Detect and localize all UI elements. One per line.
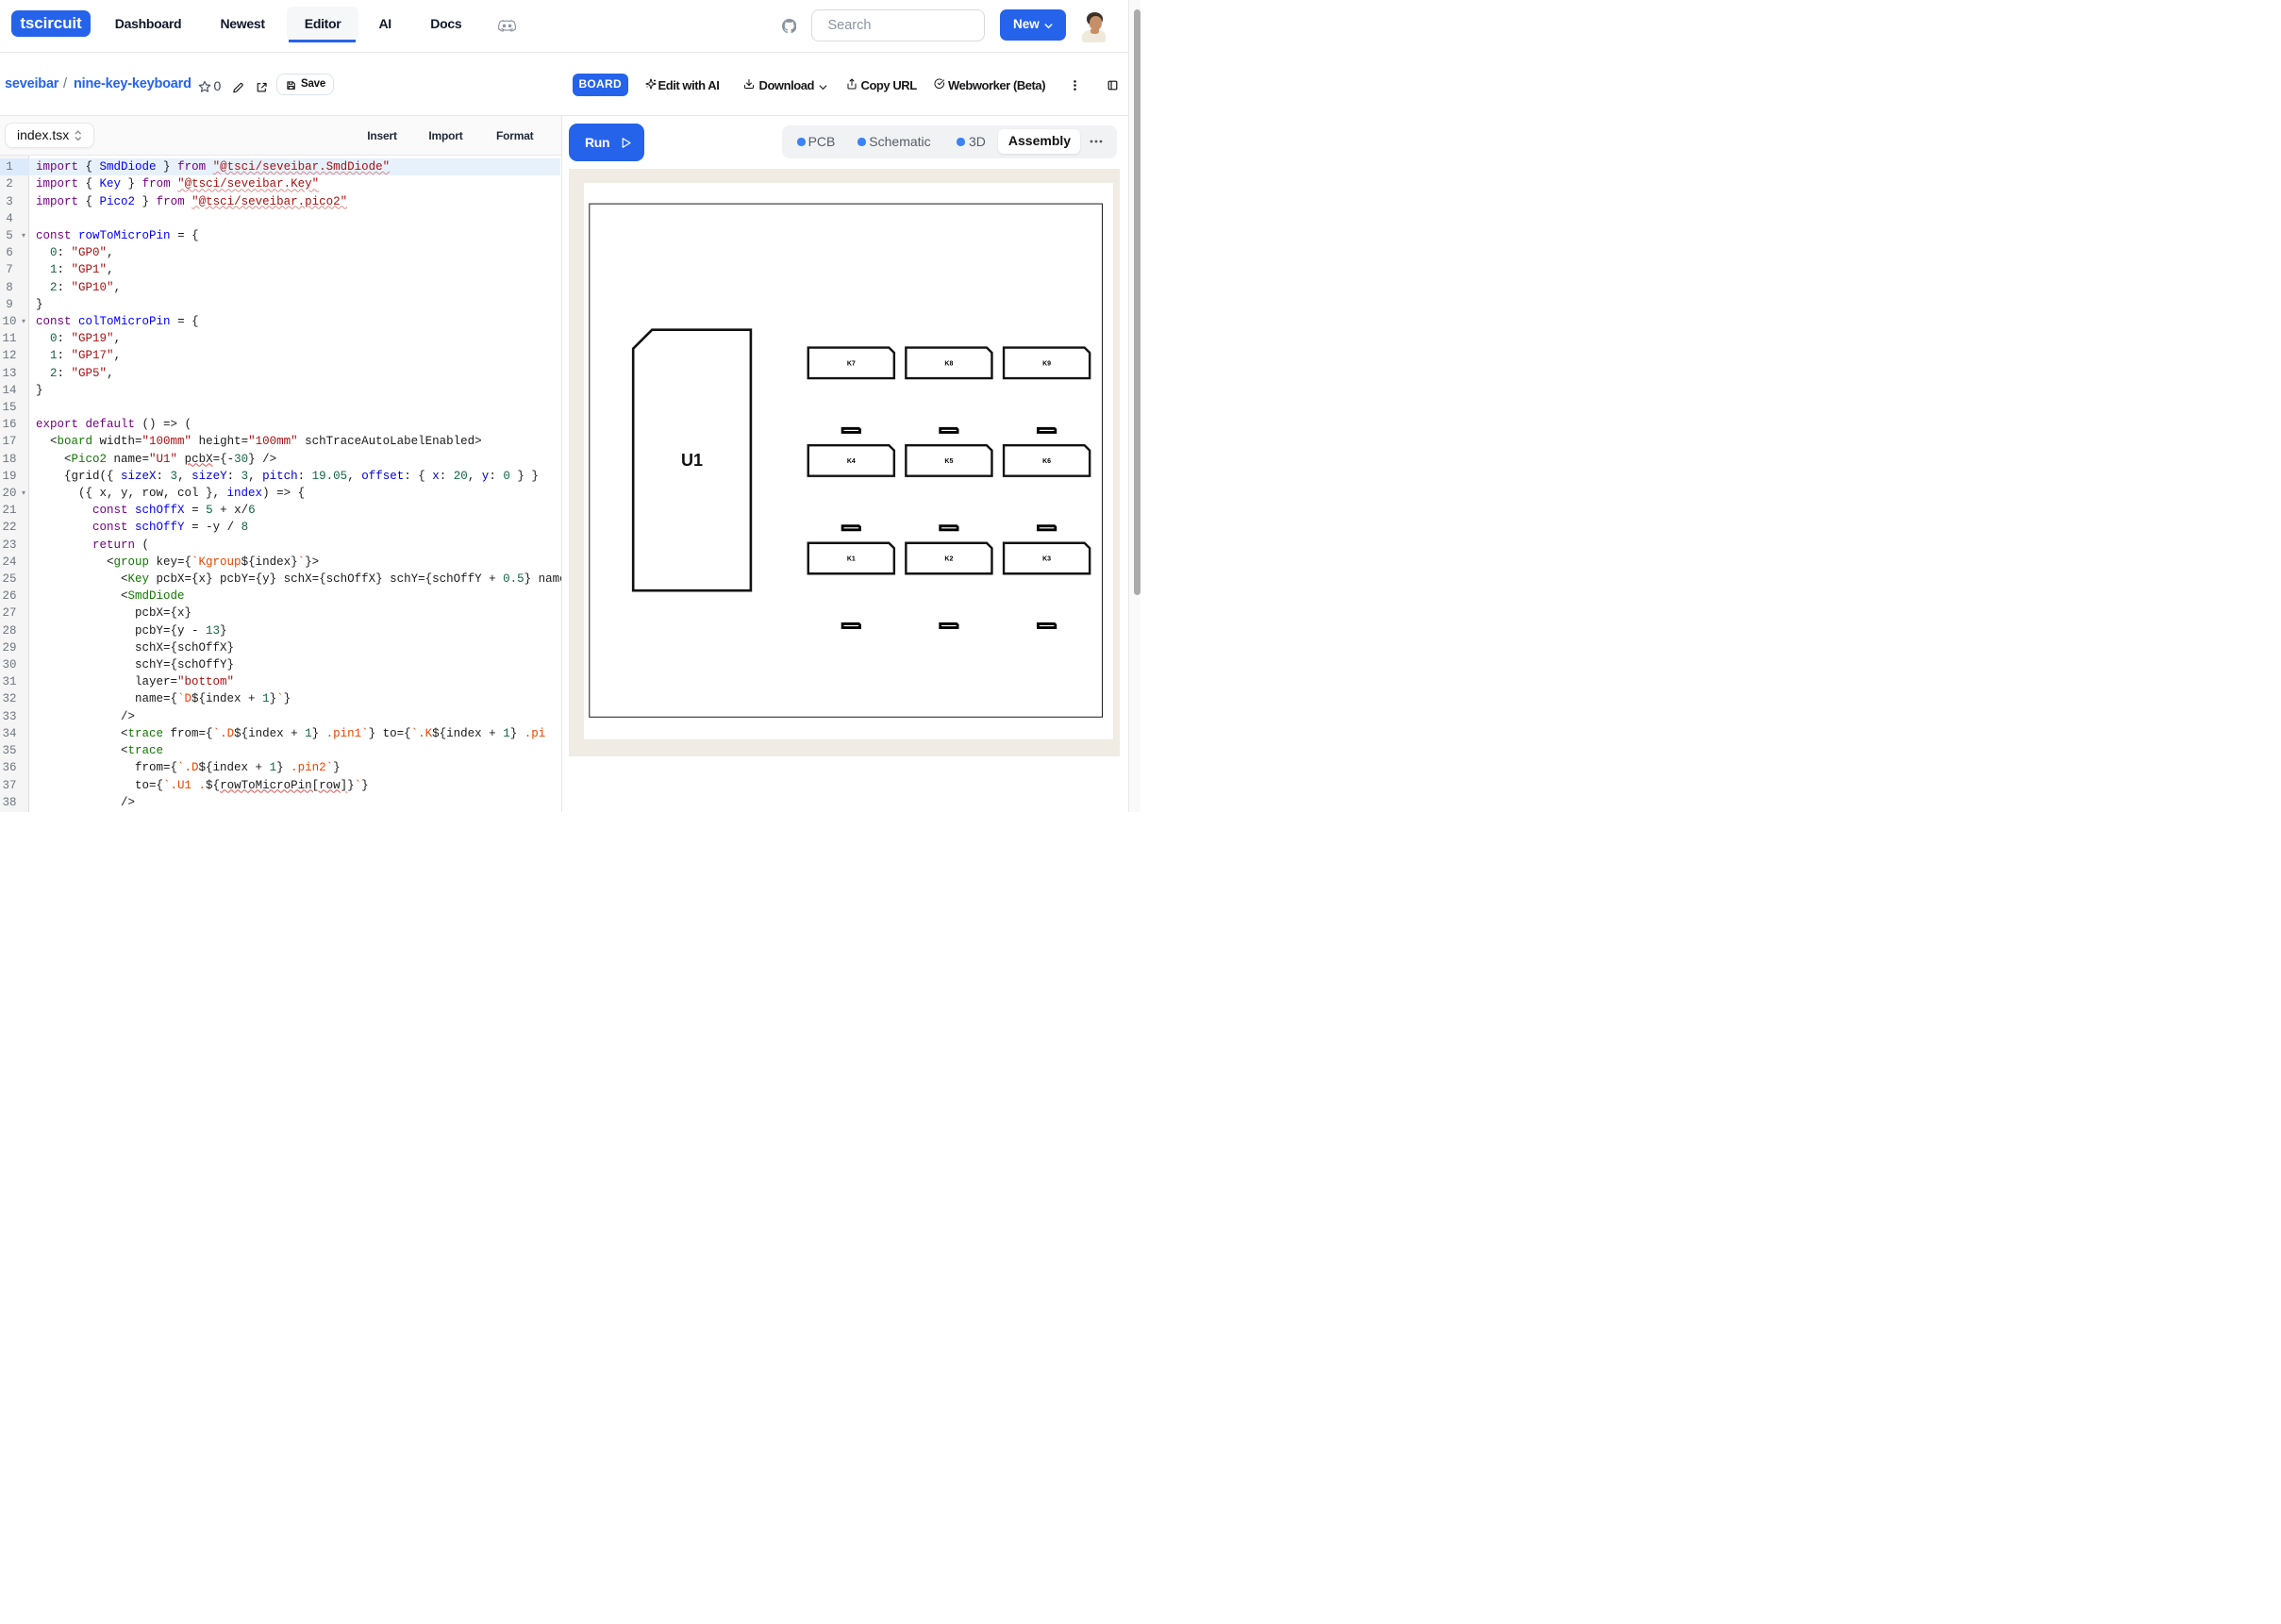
svg-text:U1: U1 [681,451,703,470]
svg-text:K9: K9 [1042,360,1051,367]
svg-text:K1: K1 [847,556,856,563]
svg-text:K2: K2 [944,556,953,563]
svg-text:K8: K8 [944,360,953,367]
svg-text:K7: K7 [847,360,856,367]
svg-text:K6: K6 [1042,458,1051,465]
svg-text:K3: K3 [1042,556,1051,563]
svg-text:K5: K5 [944,458,953,465]
svg-text:K4: K4 [847,458,856,465]
